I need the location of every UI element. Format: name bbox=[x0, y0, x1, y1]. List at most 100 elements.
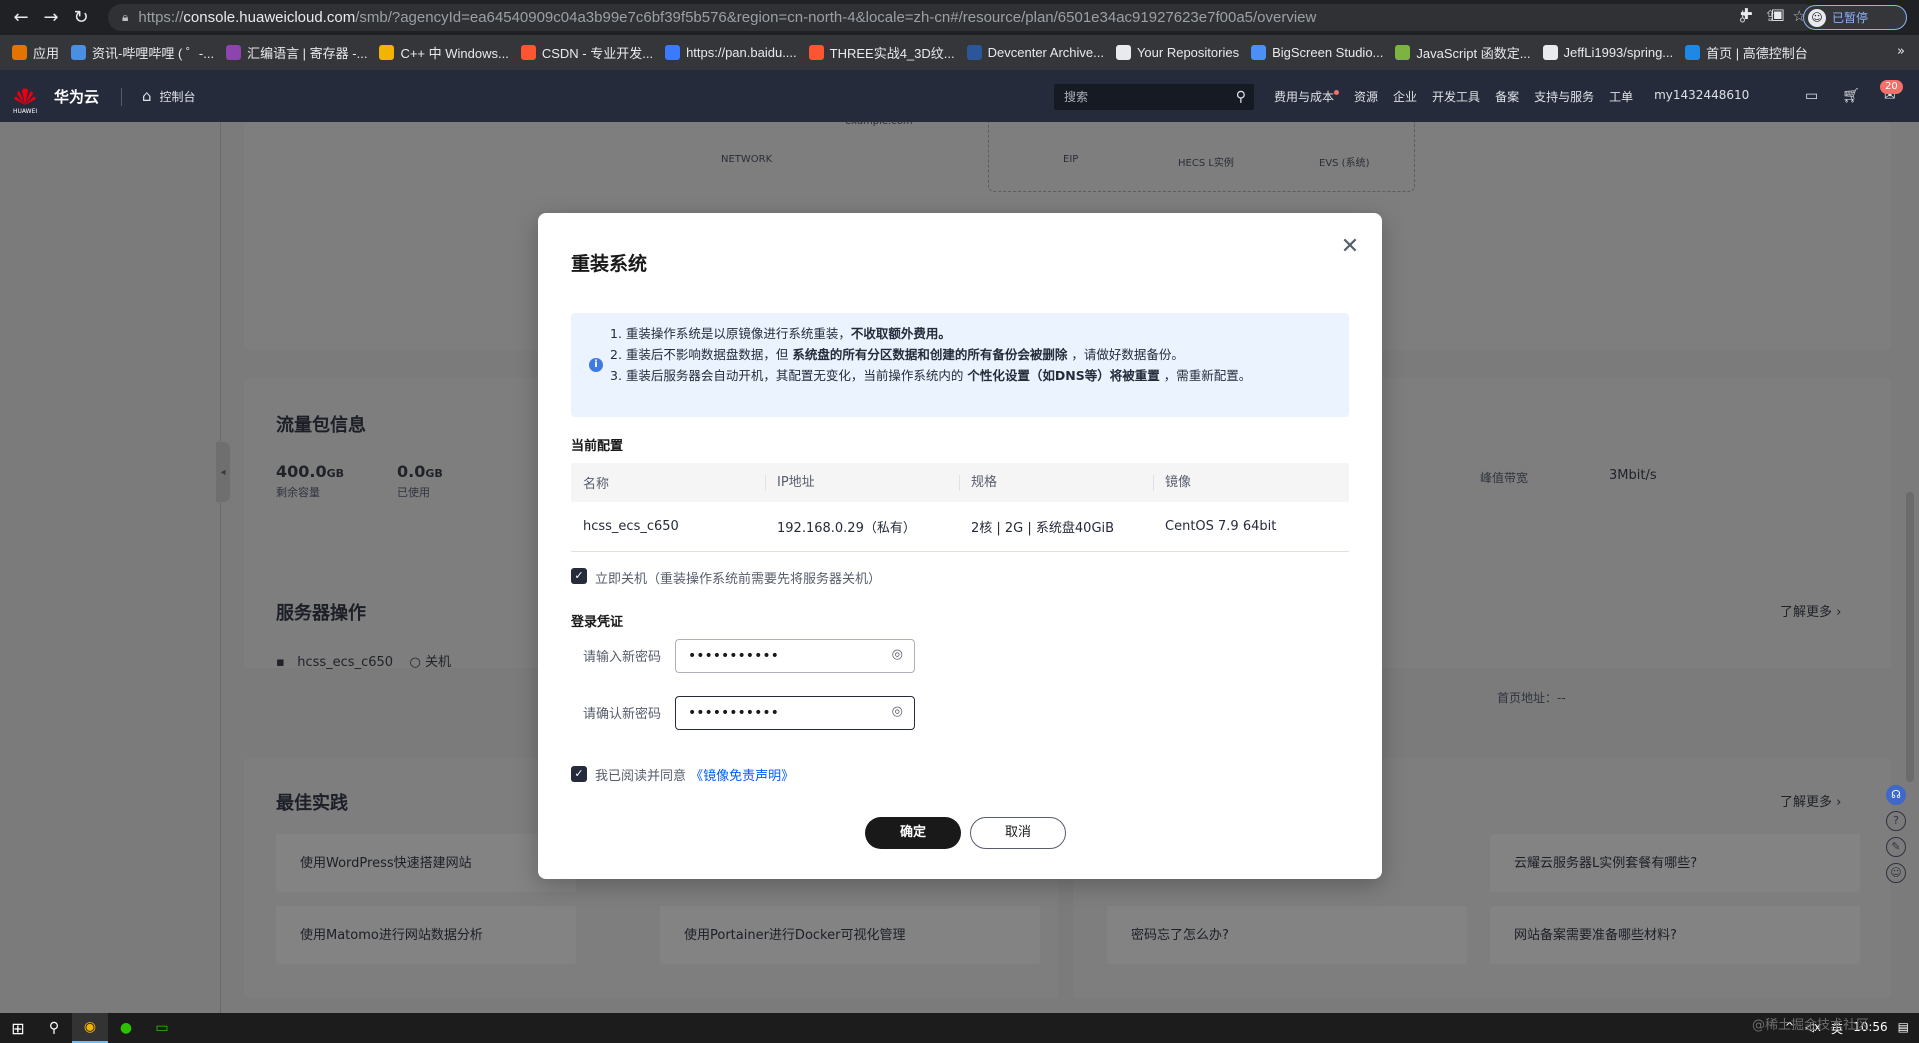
diagram-domain: example.com bbox=[845, 116, 913, 127]
best-more-link[interactable]: 了解更多 › bbox=[1780, 791, 1841, 810]
customer-service-icon[interactable]: ☊ bbox=[1886, 785, 1906, 805]
eye-off-icon[interactable]: ◎ bbox=[892, 647, 903, 662]
back-icon[interactable]: ← bbox=[6, 3, 36, 33]
bookmark-item[interactable]: JavaScript 函数定... bbox=[1395, 43, 1531, 62]
shutdown-checkbox[interactable]: ✓ bbox=[571, 568, 587, 584]
server-item[interactable]: ▪ hcss_ecs_c650 ○ 关机 bbox=[276, 651, 451, 670]
bookmarks-bar: 应用 资讯-哔哩哔哩 ( ゜-... 汇编语言 | 寄存器 -... C++ 中 Wi… bbox=[0, 35, 1919, 70]
reload-icon[interactable]: ↻ bbox=[66, 3, 96, 33]
bookmark-item[interactable]: 首页 | 高德控制台 bbox=[1685, 43, 1808, 62]
brand-name[interactable]: 华为云 bbox=[54, 86, 99, 107]
reinstall-dialog: 重装系统 ✕ i 1. 重装操作系统是以原镜像进行系统重装，不收取额外费用。 2.… bbox=[538, 213, 1382, 879]
agree-label: 我已阅读并同意 《镜像免责声明》 bbox=[595, 765, 794, 784]
new-password-value: ••••••••••• bbox=[688, 648, 779, 664]
app-icon[interactable]: ▭ bbox=[144, 1013, 180, 1043]
forward-icon[interactable]: → bbox=[36, 3, 66, 33]
address-bar[interactable]: 🔒︎ https://console.huaweicloud.com/smb/?… bbox=[108, 4, 1818, 31]
bookmarks-overflow-icon[interactable]: » bbox=[1897, 44, 1905, 59]
notice-box: i 1. 重装操作系统是以原镜像进行系统重装，不收取额外费用。 2. 重装后不影响… bbox=[571, 313, 1349, 417]
cell-spec: 2核 | 2G | 系统盘40GiB bbox=[971, 521, 1115, 536]
header-image: 镜像 bbox=[1153, 474, 1349, 491]
wechat-icon[interactable]: ● bbox=[108, 1013, 144, 1043]
bookmark-icon bbox=[1542, 45, 1558, 60]
new-password-field[interactable]: ••••••••••• ◎ bbox=[675, 639, 915, 673]
huawei-logo-icon[interactable] bbox=[12, 83, 38, 109]
header-menu-label: 工单 bbox=[1609, 90, 1634, 104]
cancel-button[interactable]: 取消 bbox=[970, 817, 1066, 849]
header-menu-item[interactable]: my1432448610 bbox=[1654, 88, 1749, 105]
confirm-password-field[interactable]: ••••••••••• ◎ bbox=[675, 696, 915, 730]
faq-tile[interactable]: 密码忘了怎么办? bbox=[1107, 906, 1467, 964]
info-icon: i bbox=[589, 358, 603, 372]
bookmark-item[interactable]: https://pan.baidu.... bbox=[665, 45, 797, 60]
header-menu-item[interactable]: 开发工具 bbox=[1432, 88, 1480, 105]
header-menu-label: 支持与服务 bbox=[1534, 90, 1595, 104]
header-menu-item[interactable]: 费用与成本 bbox=[1274, 88, 1340, 105]
smile-icon[interactable]: ☺ bbox=[1886, 863, 1906, 883]
header-menu-item[interactable]: 工单 bbox=[1609, 88, 1633, 105]
table-row: hcss_ecs_c650 192.168.0.29（私有） 2核 | 2G |… bbox=[571, 502, 1349, 552]
bookmark-label: Your Repositories bbox=[1136, 45, 1240, 60]
bookmark-item[interactable]: Your Repositories bbox=[1115, 45, 1240, 60]
shutdown-label: 立即关机（重装操作系统前需要先将服务器关机） bbox=[595, 572, 882, 587]
header-menu: 费用与成本 资源 企业 开发工具 备案 支持与服务 工单 my1432448610 bbox=[1274, 88, 1749, 105]
confirm-password-value: ••••••••••• bbox=[688, 705, 779, 721]
bookmark-item[interactable]: THREE实战4_3D纹... bbox=[808, 43, 955, 62]
header-menu-item[interactable]: 企业 bbox=[1393, 88, 1417, 105]
bookmark-item[interactable]: CSDN - 专业开发... bbox=[520, 43, 654, 62]
practice-tile[interactable]: 使用Portainer进行Docker可视化管理 bbox=[660, 906, 1040, 964]
extensions-icon[interactable]: ✚ bbox=[1740, 5, 1753, 23]
bookmark-item[interactable]: 资讯-哔哩哔哩 ( ゜-... bbox=[71, 43, 214, 62]
browser-toolbar: ← → ↻ 🔒︎ https://console.huaweicloud.com… bbox=[0, 0, 1919, 35]
bookmark-item[interactable]: 汇编语言 | 寄存器 -... bbox=[226, 43, 367, 62]
home-icon: ⌂ bbox=[142, 87, 152, 105]
search-icon[interactable]: ⚲ bbox=[36, 1013, 72, 1043]
bookmark-label: https://pan.baidu.... bbox=[686, 45, 797, 60]
profile-paused-button[interactable]: ☺ 已暂停 bbox=[1803, 5, 1907, 30]
server-status: 关机 bbox=[425, 655, 452, 670]
disclaimer-link[interactable]: 《镜像免责声明》 bbox=[690, 769, 794, 784]
collapse-handle[interactable]: ◂ bbox=[216, 442, 230, 502]
dialog-title: 重装系统 bbox=[571, 253, 648, 275]
diagram-network: NETWORK bbox=[721, 154, 773, 165]
feedback-icon[interactable]: ✎ bbox=[1886, 837, 1906, 857]
divider bbox=[121, 88, 122, 106]
terminal-icon[interactable]: ▭ bbox=[1805, 88, 1818, 104]
page-scrollbar[interactable] bbox=[1906, 492, 1914, 782]
search-input[interactable]: 搜索 ⚲ bbox=[1054, 84, 1254, 110]
bookmark-label: CSDN - 专业开发... bbox=[541, 46, 654, 61]
close-icon[interactable]: ✕ bbox=[1338, 235, 1362, 259]
bookmark-item[interactable]: Devcenter Archive... bbox=[966, 45, 1104, 60]
header-ip: IP地址 bbox=[765, 474, 959, 491]
header-menu-item[interactable]: 资源 bbox=[1354, 88, 1378, 105]
chrome-icon[interactable]: ◉ bbox=[72, 1013, 108, 1043]
faq-tile[interactable]: 网站备案需要准备哪些材料? bbox=[1490, 906, 1860, 964]
profile-status: 已暂停 bbox=[1832, 11, 1869, 25]
eye-off-icon[interactable]: ◎ bbox=[892, 704, 903, 719]
search-icon[interactable]: ⚲ bbox=[1236, 84, 1246, 110]
bookmark-label: C++ 中 Windows... bbox=[400, 46, 509, 61]
notice-line: 1. 重装操作系统是以原镜像进行系统重装，不收取额外费用。 bbox=[610, 323, 1310, 344]
traffic-title: 流量包信息 bbox=[276, 415, 366, 436]
faq-tile[interactable]: 云耀云服务器L实例套餐有哪些? bbox=[1490, 834, 1860, 892]
confirm-button[interactable]: 确定 bbox=[865, 817, 961, 849]
bookmark-item[interactable]: 应用 bbox=[12, 43, 59, 62]
sidepanel-icon[interactable]: ▣ bbox=[1771, 5, 1785, 23]
header-spec: 规格 bbox=[959, 474, 1153, 491]
practice-tile[interactable]: 使用Matomo进行网站数据分析 bbox=[276, 906, 576, 964]
header-menu-item[interactable]: 支持与服务 bbox=[1534, 88, 1594, 105]
header-menu-item[interactable]: 备案 bbox=[1495, 88, 1519, 105]
bandwidth-label: 峰值带宽 bbox=[1480, 471, 1529, 485]
bookmark-item[interactable]: JeffLi1993/spring... bbox=[1542, 45, 1673, 60]
agree-checkbox[interactable]: ✓ bbox=[571, 766, 587, 782]
bookmark-item[interactable]: BigScreen Studio... bbox=[1251, 45, 1383, 60]
notification-icon[interactable]: ▤ bbox=[1898, 1020, 1909, 1037]
windows-start-icon[interactable]: ⊞ bbox=[0, 1013, 36, 1043]
help-icon[interactable]: ? bbox=[1886, 811, 1906, 831]
practice-tile[interactable]: 使用WordPress快速搭建网站 bbox=[276, 834, 576, 892]
cart-icon[interactable]: 🛒︎ bbox=[1842, 88, 1860, 104]
console-link[interactable]: ⌂ 控制台 bbox=[142, 87, 196, 105]
server-ops-more-link[interactable]: 了解更多 › bbox=[1780, 601, 1841, 620]
bookmark-item[interactable]: C++ 中 Windows... bbox=[379, 43, 509, 62]
remain-unit: GB bbox=[326, 467, 345, 480]
